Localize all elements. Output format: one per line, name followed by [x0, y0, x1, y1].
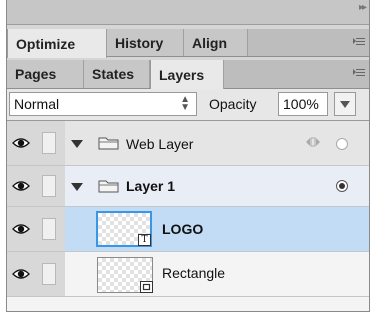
tab-optimize[interactable]: Optimize	[7, 29, 107, 58]
collapse-icon[interactable]: ▸▸	[359, 2, 367, 13]
opacity-value: 100%	[283, 96, 319, 112]
layer-row-web-layer[interactable]: Web Layer	[7, 121, 369, 166]
updown-arrows-icon: ▲ ▼	[180, 94, 190, 113]
panel-menu-icon[interactable]	[353, 36, 365, 46]
tab-pages[interactable]: Pages	[7, 60, 84, 88]
layer-thumbnail: T	[96, 211, 152, 247]
eye-icon[interactable]	[12, 268, 30, 280]
opacity-dropdown-button[interactable]	[334, 92, 356, 116]
expand-triangle-icon[interactable]	[71, 183, 83, 191]
lock-toggle[interactable]	[42, 175, 56, 197]
tab-row-optimize: Optimize History Align	[7, 29, 369, 58]
layer-row-layer-1[interactable]: Layer 1	[7, 166, 369, 207]
tab-row-layers: Pages States Layers	[7, 60, 369, 89]
opacity-label: Opacity	[209, 96, 257, 112]
tab-history-label: History	[115, 34, 164, 51]
shape-layer-icon	[140, 281, 153, 293]
panel-menu-icon-layers[interactable]	[353, 67, 365, 77]
layer-name: Layer 1	[126, 178, 176, 194]
eye-icon[interactable]	[12, 180, 30, 192]
tab-optimize-label: Optimize	[16, 35, 76, 52]
layers-list: Web Layer Layer 1 T LOGO Rectangle	[7, 121, 369, 311]
tab-pages-label: Pages	[15, 66, 57, 82]
blend-mode-select[interactable]: Normal ▲ ▼	[9, 92, 197, 116]
folder-icon	[98, 180, 119, 193]
text-layer-icon: T	[138, 234, 151, 246]
tab-align-label: Align	[192, 34, 227, 51]
layer-radio[interactable]	[336, 138, 348, 150]
layer-row-rectangle[interactable]: Rectangle	[7, 252, 369, 297]
eye-icon[interactable]	[12, 223, 30, 235]
layer-name: Rectangle	[162, 265, 226, 281]
tab-states[interactable]: States	[84, 60, 150, 88]
layer-radio-active[interactable]	[336, 180, 348, 192]
tab-layers[interactable]: Layers	[150, 60, 224, 89]
blend-mode-value: Normal	[14, 96, 60, 112]
tab-layers-label: Layers	[159, 66, 205, 83]
layer-name: Web Layer	[126, 136, 194, 152]
tab-history[interactable]: History	[107, 29, 184, 56]
expand-triangle-icon[interactable]	[71, 140, 83, 148]
layer-name: LOGO	[162, 221, 204, 237]
lock-toggle[interactable]	[42, 263, 56, 285]
eye-icon[interactable]	[12, 137, 30, 149]
lock-toggle[interactable]	[42, 218, 56, 240]
layer-thumbnail	[97, 257, 153, 293]
tab-states-label: States	[92, 66, 135, 82]
layer-row-logo[interactable]: T LOGO	[7, 207, 369, 252]
layer-options-bar: Normal ▲ ▼ Opacity 100%	[7, 89, 369, 121]
tab-align[interactable]: Align	[184, 29, 248, 56]
folder-icon	[98, 137, 119, 150]
shared-layer-icon	[306, 137, 320, 147]
panel-collapse-strip: ▸▸	[7, 0, 369, 25]
opacity-input[interactable]: 100%	[278, 92, 328, 116]
layers-panel-group: ▸▸ Optimize History Align Pages States L…	[6, 0, 370, 312]
lock-toggle[interactable]	[42, 132, 56, 154]
